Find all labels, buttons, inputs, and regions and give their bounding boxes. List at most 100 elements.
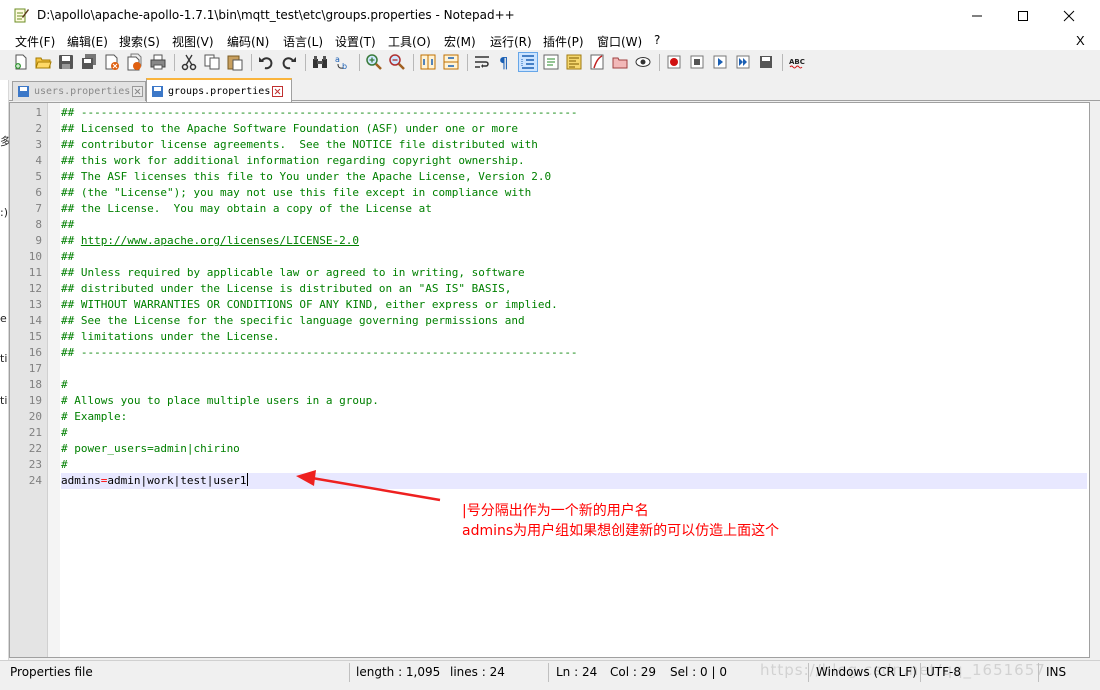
window-title: D:\apollo\apache-apollo-1.7.1\bin\mqtt_t… [37,8,515,22]
code-line[interactable]: ## Licensed to the Apache Software Found… [61,121,518,137]
close-document-button[interactable]: X [1076,33,1085,48]
copy-icon[interactable] [203,53,221,71]
menu-window[interactable]: 窗口(W) [597,33,642,50]
code-line[interactable]: # power_users=admin|chirino [61,441,240,457]
new-icon[interactable] [12,53,30,71]
code-line[interactable]: ## See the License for the specific lang… [61,313,525,329]
code-line[interactable]: # Example: [61,409,127,425]
code-line[interactable]: ## contributor license agreements. See t… [61,137,538,153]
play-macro-icon[interactable] [711,53,729,71]
code-text: ## Licensed to the Apache Software Found… [61,122,518,135]
notepadpp-logo-icon [14,8,29,23]
menu-help[interactable]: ? [654,33,660,47]
code-line[interactable]: # [61,377,68,393]
function-list-icon[interactable] [588,53,606,71]
menu-file[interactable]: 文件(F) [15,33,55,50]
line-number: 22 [28,442,42,455]
zoom-in-icon[interactable] [365,53,383,71]
code-line[interactable]: ## http://www.apache.org/licenses/LICENS… [61,233,359,249]
paste-icon[interactable] [226,53,244,71]
license-link[interactable]: http://www.apache.org/licenses/LICENSE-2… [81,234,359,247]
menu-language[interactable]: 语言(L) [283,33,323,50]
code-line[interactable]: ## distributed under the License is dist… [61,281,511,297]
code-text: ## contributor license agreements. See t… [61,138,538,151]
close-file-icon[interactable] [103,53,121,71]
menu-view[interactable]: 视图(V) [172,33,214,50]
menu-macro[interactable]: 宏(M) [444,33,476,50]
minimize-button[interactable] [954,0,1000,31]
redo-icon[interactable] [280,53,298,71]
line-number: 24 [28,474,42,487]
save-icon[interactable] [57,53,75,71]
menu-plugins[interactable]: 插件(P) [543,33,584,50]
menu-edit[interactable]: 编辑(E) [67,33,108,50]
zoom-out-icon[interactable] [388,53,406,71]
tab-label: groups.properties [168,85,271,97]
tab-close-icon[interactable] [272,85,284,97]
sync-v-icon[interactable] [419,53,437,71]
current-code-line[interactable]: admins=admin|work|test|user1 [61,473,1087,489]
save-all-icon[interactable] [80,53,98,71]
status-encoding[interactable]: UTF-8 [926,665,961,679]
code-text: ## See the License for the specific lang… [61,314,525,327]
spell-check-icon[interactable]: ABC [788,53,806,71]
run-macro-multiple-icon[interactable] [734,53,752,71]
sync-h-icon[interactable] [442,53,460,71]
monitor-icon[interactable] [634,53,652,71]
code-line[interactable]: ## Unless required by applicable law or … [61,265,525,281]
code-line[interactable]: ## The ASF licenses this file to You und… [61,169,551,185]
tab-close-icon[interactable] [132,86,144,97]
tab-bar: users.properties groups.properties [9,78,1100,102]
menu-encoding[interactable]: 编码(N) [227,33,269,50]
undo-icon[interactable] [257,53,275,71]
title-bar[interactable]: D:\apollo\apache-apollo-1.7.1\bin\mqtt_t… [0,0,1100,31]
close-window-button[interactable] [1046,0,1092,31]
stop-macro-icon[interactable] [688,53,706,71]
menu-search[interactable]: 搜索(S) [119,33,160,50]
status-length: length : 1,095 [356,665,441,679]
save-macro-icon[interactable] [757,53,775,71]
code-line[interactable]: ## limitations under the License. [61,329,280,345]
code-line[interactable]: ## -------------------------------------… [61,345,578,361]
udl-icon[interactable] [542,53,560,71]
status-insert-mode[interactable]: INS [1046,665,1066,679]
record-macro-icon[interactable] [665,53,683,71]
doc-map-icon[interactable] [565,53,583,71]
menu-settings[interactable]: 设置(T) [335,33,376,50]
close-all-icon[interactable] [126,53,144,71]
status-eol[interactable]: Windows (CR LF) [816,665,917,679]
code-line[interactable]: # [61,457,68,473]
code-line[interactable]: ## [61,217,74,233]
status-bar: Properties file length : 1,095 lines : 2… [0,660,1100,684]
maximize-button[interactable] [1000,0,1046,31]
code-line[interactable]: ## WITHOUT WARRANTIES OR CONDITIONS OF A… [61,297,558,313]
line-number: 7 [35,202,42,215]
status-selection[interactable]: Sel : 0 | 0 [670,665,727,679]
replace-icon[interactable]: ab [334,53,352,71]
code-line[interactable]: ## (the "License"); you may not use this… [61,185,531,201]
tab-users-properties[interactable]: users.properties [12,81,146,101]
code-line[interactable]: # Allows you to place multiple users in … [61,393,379,409]
editor-pane[interactable]: 1 2 3 4 5 6 7 8 9 10 11 12 13 14 15 16 17 18 19 20 21 22 23 24 … [9,102,1090,658]
code-line[interactable]: ## [61,249,74,265]
open-icon[interactable] [34,53,52,71]
status-column[interactable]: Col : 29 [610,665,656,679]
word-wrap-icon[interactable] [473,53,491,71]
code-line[interactable]: ## -------------------------------------… [61,105,578,121]
code-line[interactable]: ## this work for additional information … [61,153,525,169]
tab-groups-properties[interactable]: groups.properties [146,78,292,102]
code-line[interactable]: ## the License. You may obtain a copy of… [61,201,432,217]
text-caret [247,473,249,486]
find-icon[interactable] [311,53,329,71]
menu-tools[interactable]: 工具(O) [388,33,431,50]
fold-margin[interactable] [48,103,60,657]
status-line-number[interactable]: Ln : 24 [556,665,597,679]
indent-guide-icon[interactable] [518,52,538,72]
cut-icon[interactable] [180,53,198,71]
menu-run[interactable]: 运行(R) [490,33,532,50]
line-number-gutter[interactable]: 1 2 3 4 5 6 7 8 9 10 11 12 13 14 15 16 17 18 19 20 21 22 23 24 [10,103,48,657]
show-all-chars-icon[interactable]: ¶ [496,53,514,71]
print-icon[interactable] [149,53,167,71]
code-line[interactable]: # [61,425,68,441]
folder-workspace-icon[interactable] [611,53,629,71]
